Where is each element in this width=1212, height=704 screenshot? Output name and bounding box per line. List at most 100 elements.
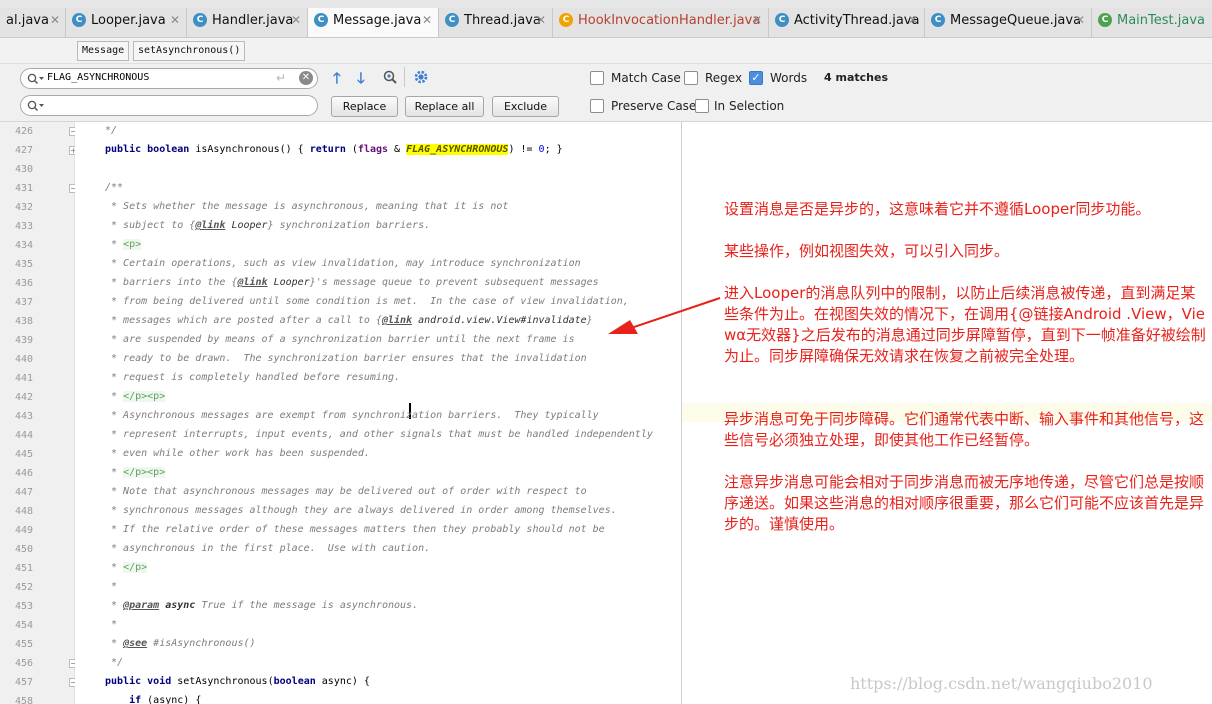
tab-al-java[interactable]: al.java ✕ — [0, 8, 66, 37]
tab-label: Thread.java — [464, 13, 541, 28]
line-number: 431 — [15, 183, 34, 194]
line-number: 440 — [15, 354, 34, 365]
search-icon — [27, 100, 44, 112]
line-number: 445 — [15, 449, 34, 460]
close-icon[interactable]: ✕ — [170, 13, 180, 27]
line-number-gutter[interactable]: 426 427 430 431 432 433 434 435 436 437 438 439 440 4… — [0, 122, 78, 704]
find-replace-bar: FLAG_ASYNCHRONOUS ↵ ✕ 🡑 🡓 Replace Replac… — [0, 64, 1212, 122]
line-number: 446 — [15, 468, 34, 479]
in-selection-checkbox[interactable] — [695, 99, 709, 113]
close-icon[interactable]: ✕ — [908, 13, 918, 27]
close-icon[interactable]: ✕ — [536, 13, 546, 27]
line-number: 434 — [15, 240, 34, 251]
class-icon: C — [193, 13, 207, 27]
toolbar-divider — [404, 67, 405, 87]
class-icon: C — [445, 13, 459, 27]
code-line: * — [105, 581, 118, 592]
line-number: 444 — [15, 430, 34, 441]
breadcrumb-method[interactable]: setAsynchronous() — [133, 41, 246, 61]
code-line: */ — [105, 657, 124, 668]
line-number: 443 — [15, 411, 34, 422]
tab-thread-java[interactable]: C Thread.java ✕ — [439, 8, 553, 37]
code-line: * </p><p> — [105, 391, 166, 402]
match-case-checkbox[interactable] — [590, 71, 604, 85]
code-editor[interactable]: */ public boolean isAsynchronous() { retu… — [75, 122, 681, 704]
replace-input[interactable] — [20, 95, 318, 116]
code-line: * Asynchronous messages are exempt from … — [105, 410, 599, 421]
line-number: 451 — [15, 563, 34, 574]
close-icon[interactable]: ✕ — [50, 13, 60, 27]
find-all-icon[interactable] — [382, 69, 398, 85]
replace-all-button[interactable]: Replace all — [405, 96, 484, 117]
code-line: * <p> — [105, 239, 142, 250]
exclude-button[interactable]: Exclude — [492, 96, 559, 117]
tab-maintest-java[interactable]: C MainTest.java — [1092, 8, 1212, 37]
code-line: * from being delivered until some condit… — [105, 296, 629, 307]
line-number: 452 — [15, 582, 34, 593]
close-icon[interactable]: ✕ — [752, 13, 762, 27]
next-occurrence-icon[interactable]: 🡓 — [357, 68, 365, 93]
search-input[interactable]: FLAG_ASYNCHRONOUS ↵ ✕ — [20, 68, 318, 89]
settings-icon[interactable] — [413, 69, 429, 85]
tab-looper-java[interactable]: C Looper.java ✕ — [66, 8, 187, 37]
words-label: Words — [770, 71, 808, 85]
class-icon: C — [72, 13, 86, 27]
line-number: 455 — [15, 639, 34, 650]
annotation-paragraph: 异步消息可免于同步障碍。它们通常代表中断、输入事件和其他信号，这些信号必须独立处… — [724, 410, 1205, 449]
tab-label: Looper.java — [91, 13, 166, 28]
code-line: * If the relative order of these message… — [105, 524, 605, 535]
line-number: 433 — [15, 221, 34, 232]
tab-activitythread-java[interactable]: C ActivityThread.java ✕ — [769, 8, 925, 37]
search-value: FLAG_ASYNCHRONOUS — [47, 72, 150, 83]
tab-hookinvocationhandler-java[interactable]: C HookInvocationHandler.java ✕ — [553, 8, 769, 37]
line-number: 456 — [15, 658, 34, 669]
tab-handler-java[interactable]: C Handler.java ✕ — [187, 8, 308, 37]
editor-tab-bar: al.java ✕ C Looper.java ✕ C Handler.java… — [0, 0, 1212, 38]
annotation-arrow — [608, 297, 721, 334]
enter-icon: ↵ — [276, 71, 287, 85]
match-count: 4 matches — [824, 71, 888, 84]
tab-messagequeue-java[interactable]: C MessageQueue.java ✕ — [925, 8, 1092, 37]
code-line: * </p> — [105, 562, 148, 573]
watermark: https://blog.csdn.net/wangqiubo2010 — [850, 674, 1153, 693]
line-number: 442 — [15, 392, 34, 403]
line-number: 438 — [15, 316, 34, 327]
line-number: 448 — [15, 506, 34, 517]
close-icon[interactable]: ✕ — [422, 13, 432, 27]
previous-occurrence-icon[interactable]: 🡑 — [333, 68, 341, 93]
tab-message-java[interactable]: C Message.java ✕ — [308, 8, 439, 37]
line-number: 427 — [15, 145, 34, 156]
line-number: 457 — [15, 677, 34, 688]
breadcrumb-class[interactable]: Message — [77, 41, 130, 61]
code-line: if (async) { — [129, 695, 202, 704]
annotation-paragraph: 设置消息是否是异步的，这意味着它并不遵循Looper同步功能。 — [724, 200, 1151, 218]
in-selection-label: In Selection — [714, 99, 785, 113]
code-line: * @param async True if the message is as… — [105, 600, 419, 611]
code-line: * messages which are posted after a call… — [105, 315, 593, 326]
tab-label: al.java — [6, 13, 49, 28]
code-line: * Sets whether the message is asynchrono… — [105, 201, 509, 212]
line-number: 437 — [15, 297, 34, 308]
code-line: * synchronous messages although they are… — [105, 505, 617, 516]
line-number: 439 — [15, 335, 34, 346]
line-number: 430 — [15, 164, 34, 175]
clear-search-icon[interactable]: ✕ — [299, 71, 313, 85]
preserve-case-checkbox[interactable] — [590, 99, 604, 113]
regex-checkbox[interactable] — [684, 71, 698, 85]
code-line: * Note that asynchronous messages may be… — [105, 486, 587, 497]
breadcrumb: Message setAsynchronous() — [0, 38, 1212, 64]
regex-label: Regex — [705, 71, 743, 85]
class-icon: C — [775, 13, 789, 27]
code-line: * — [105, 619, 118, 630]
tab-label: MainTest.java — [1117, 13, 1206, 28]
line-number: 447 — [15, 487, 34, 498]
line-number: 449 — [15, 525, 34, 536]
preserve-case-label: Preserve Case — [611, 99, 697, 113]
tab-label: Message.java — [333, 13, 422, 28]
code-line: * @see #isAsynchronous() — [105, 638, 256, 649]
close-icon[interactable]: ✕ — [1075, 13, 1085, 27]
replace-button[interactable]: Replace — [331, 96, 398, 117]
line-number: 432 — [15, 202, 34, 213]
close-icon[interactable]: ✕ — [291, 13, 301, 27]
words-checkbox[interactable]: ✓ — [749, 71, 763, 85]
